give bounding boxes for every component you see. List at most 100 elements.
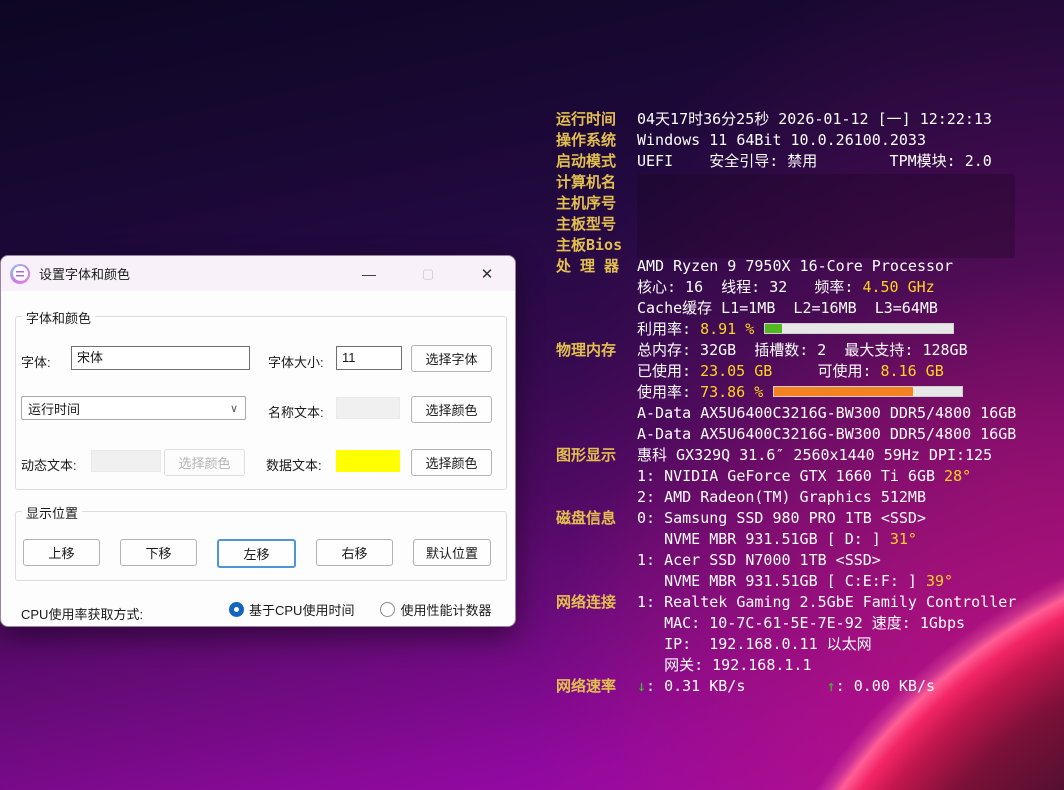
sysinfo-text: Cache缓存 L1=1MB L2=16MB L3=64MB	[637, 297, 938, 318]
sysinfo-line: NVME MBR 931.51GB [ D: ] 31°	[556, 528, 1026, 549]
sysinfo-line: 核心: 16 线程: 32 频率: 4.50 GHz	[556, 276, 1026, 297]
move-up-button[interactable]: 上移	[23, 539, 100, 566]
window-titlebar[interactable]: 设置字体和颜色 — ▢ ✕	[1, 256, 515, 291]
sysinfo-label: 网络连接	[556, 591, 637, 612]
sysinfo-label: 主板Bios	[556, 234, 637, 255]
sysinfo-text: MAC: 10-7C-61-5E-7E-92 速度: 1Gbps	[637, 612, 965, 633]
minimize-icon[interactable]: —	[347, 256, 391, 291]
move-down-button[interactable]: 下移	[120, 539, 197, 566]
sysinfo-line: 1: NVIDIA GeForce GTX 1660 Ti 6GB 28°	[556, 465, 1026, 486]
radio-selected-icon[interactable]	[229, 602, 244, 617]
chevron-down-icon: ∨	[230, 402, 245, 415]
radio-cpu-usage-time[interactable]: 基于CPU使用时间	[229, 600, 354, 619]
sysinfo-line: 利用率: 8.91 %	[556, 318, 1026, 339]
sysinfo-line: 网络速率↓: 0.31 KB/s ↑: 0.00 KB/s	[556, 675, 1026, 696]
radio-performance-counter[interactable]: 使用性能计数器	[380, 600, 491, 619]
dynamic-text-label: 动态文本:	[21, 455, 77, 474]
position-buttons-row: 上移下移左移右移默认位置	[23, 539, 491, 568]
font-color-legend: 字体和颜色	[22, 308, 95, 327]
sysinfo-line: 运行时间04天17时36分25秒 2026-01-12 [一] 12:22:13	[556, 108, 1026, 129]
sysinfo-text: ↓	[637, 677, 646, 695]
display-position-legend: 显示位置	[22, 503, 82, 522]
default-position-button[interactable]: 默认位置	[413, 539, 491, 566]
sysinfo-text: IP: 192.168.0.11 以太网	[637, 633, 872, 654]
sysinfo-line: IP: 192.168.0.11 以太网	[556, 633, 1026, 654]
select-color-data-button[interactable]: 选择颜色	[411, 449, 492, 476]
sysinfo-line: 网络连接1: Realtek Gaming 2.5GbE Family Cont…	[556, 591, 1026, 612]
sysinfo-label: 磁盘信息	[556, 507, 637, 528]
sysinfo-line: 启动模式UEFI 安全引导: 禁用 TPM模块: 2.0	[556, 150, 1026, 171]
sysinfo-text: 已使用:	[637, 360, 700, 381]
usage-bar	[764, 323, 954, 334]
move-left-button[interactable]: 左移	[217, 539, 296, 568]
font-size-input[interactable]: 11	[336, 346, 402, 370]
sysinfo-text: Windows 11 64Bit 10.0.26100.2033	[637, 131, 926, 149]
sysinfo-text	[745, 677, 826, 695]
data-text-swatch[interactable]	[336, 450, 400, 472]
sysinfo-label: 操作系统	[556, 129, 637, 150]
sysinfo-text: ↑	[827, 677, 836, 695]
sysinfo-line: 主板Bios	[556, 234, 1026, 255]
sysinfo-line: A-Data AX5U6400C3216G-BW300 DDR5/4800 16…	[556, 423, 1026, 444]
sysinfo-text: 1: NVIDIA GeForce GTX 1660 Ti 6GB	[637, 467, 944, 485]
sysinfo-text: 可使用:	[772, 360, 880, 381]
sysinfo-line: NVME MBR 931.51GB [ C:E:F: ] 39°	[556, 570, 1026, 591]
cpu-mode-label: CPU使用率获取方式:	[21, 604, 143, 623]
close-icon[interactable]: ✕	[465, 256, 509, 291]
sysinfo-label: 图形显示	[556, 444, 637, 465]
item-dropdown[interactable]: 运行时间 ∨	[21, 396, 246, 420]
sysinfo-text: 总内存: 32GB 插槽数: 2 最大支持: 128GB	[637, 339, 968, 360]
sysinfo-text: 网关: 192.168.1.1	[637, 654, 812, 675]
font-color-settings-window: 设置字体和颜色 — ▢ ✕ 字体和颜色 字体: 宋体 字体大小: 11 选择字体…	[0, 255, 516, 627]
sysinfo-line: 使用率: 73.86 %	[556, 381, 1026, 402]
sysinfo-line: 计算机名	[556, 171, 1026, 192]
name-text-label: 名称文本:	[268, 402, 324, 421]
sysinfo-line: 已使用: 23.05 GB 可使用: 8.16 GB	[556, 360, 1026, 381]
sysinfo-line: Cache缓存 L1=1MB L2=16MB L3=64MB	[556, 297, 1026, 318]
sysinfo-label: 处 理 器	[556, 255, 637, 276]
sysinfo-text: 39°	[926, 572, 953, 590]
sysinfo-line: 2: AMD Radeon(TM) Graphics 512MB	[556, 486, 1026, 507]
sysinfo-line: 主机序号	[556, 192, 1026, 213]
sysinfo-text: 8.16 GB	[881, 362, 944, 380]
sysinfo-text: A-Data AX5U6400C3216G-BW300 DDR5/4800 16…	[637, 425, 1016, 443]
sysinfo-label: 主机序号	[556, 192, 637, 213]
sysinfo-line: 主板型号	[556, 213, 1026, 234]
font-name-input[interactable]: 宋体	[71, 346, 250, 370]
name-text-swatch[interactable]	[336, 397, 400, 419]
maximize-icon: ▢	[406, 256, 450, 291]
select-font-button[interactable]: 选择字体	[411, 345, 492, 372]
sysinfo-text: 1: Realtek Gaming 2.5GbE Family Controll…	[637, 593, 1016, 611]
sysinfo-text: AMD Ryzen 9 7950X 16-Core Processor	[637, 257, 953, 275]
select-color-dynamic-button: 选择颜色	[164, 449, 245, 476]
radio-unselected-icon[interactable]	[380, 602, 395, 617]
sysinfo-text: 31°	[890, 530, 917, 548]
sysinfo-text: 1: Acer SSD N7000 1TB <SSD>	[637, 551, 881, 569]
usage-bar	[773, 386, 963, 397]
desktop-background: 运行时间04天17时36分25秒 2026-01-12 [一] 12:22:13…	[0, 0, 1064, 790]
sysinfo-text: 2: AMD Radeon(TM) Graphics 512MB	[637, 488, 926, 506]
sysinfo-label: 网络速率	[556, 675, 637, 696]
sysinfo-line: 操作系统Windows 11 64Bit 10.0.26100.2033	[556, 129, 1026, 150]
sysinfo-label: 运行时间	[556, 108, 637, 129]
move-right-button[interactable]: 右移	[316, 539, 393, 566]
font-label: 字体:	[21, 352, 51, 371]
data-text-label: 数据文本:	[266, 455, 322, 474]
dynamic-text-swatch	[91, 450, 161, 472]
sysinfo-label: 物理内存	[556, 339, 637, 360]
cpu-mode-options: 基于CPU使用时间 使用性能计数器	[229, 600, 491, 619]
sysinfo-label: 主板型号	[556, 213, 637, 234]
sysinfo-text: NVME MBR 931.51GB [ D: ]	[637, 530, 890, 548]
sysinfo-line: A-Data AX5U6400C3216G-BW300 DDR5/4800 16…	[556, 402, 1026, 423]
sysinfo-label: 启动模式	[556, 150, 637, 171]
sysinfo-label: 计算机名	[556, 171, 637, 192]
sysinfo-line: MAC: 10-7C-61-5E-7E-92 速度: 1Gbps	[556, 612, 1026, 633]
sysinfo-text: UEFI 安全引导: 禁用 TPM模块: 2.0	[637, 150, 992, 171]
sysinfo-line: 处 理 器AMD Ryzen 9 7950X 16-Core Processor	[556, 255, 1026, 276]
select-color-name-button[interactable]: 选择颜色	[411, 396, 492, 423]
item-dropdown-value: 运行时间	[22, 399, 230, 418]
radio-label: 使用性能计数器	[400, 600, 491, 619]
sysinfo-line: 物理内存总内存: 32GB 插槽数: 2 最大支持: 128GB	[556, 339, 1026, 360]
sysinfo-text: 利用率:	[637, 318, 700, 339]
system-info-panel: 运行时间04天17时36分25秒 2026-01-12 [一] 12:22:13…	[556, 108, 1026, 696]
